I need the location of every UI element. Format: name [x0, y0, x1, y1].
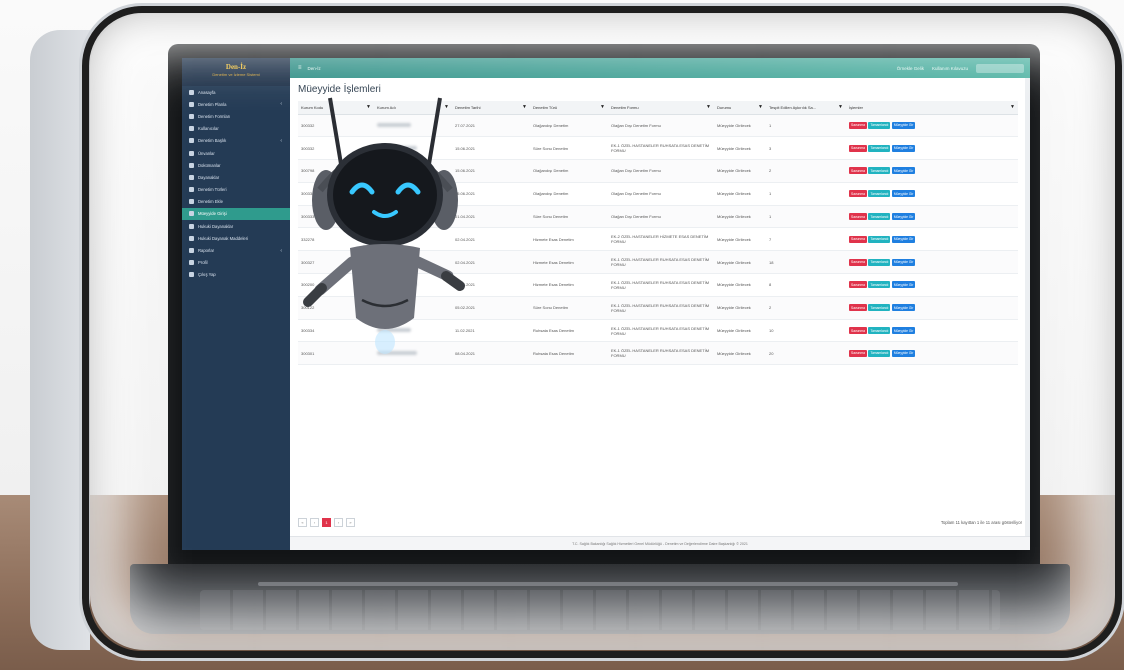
- rounded-frame: [82, 6, 1122, 658]
- frame-left-band: [30, 30, 90, 650]
